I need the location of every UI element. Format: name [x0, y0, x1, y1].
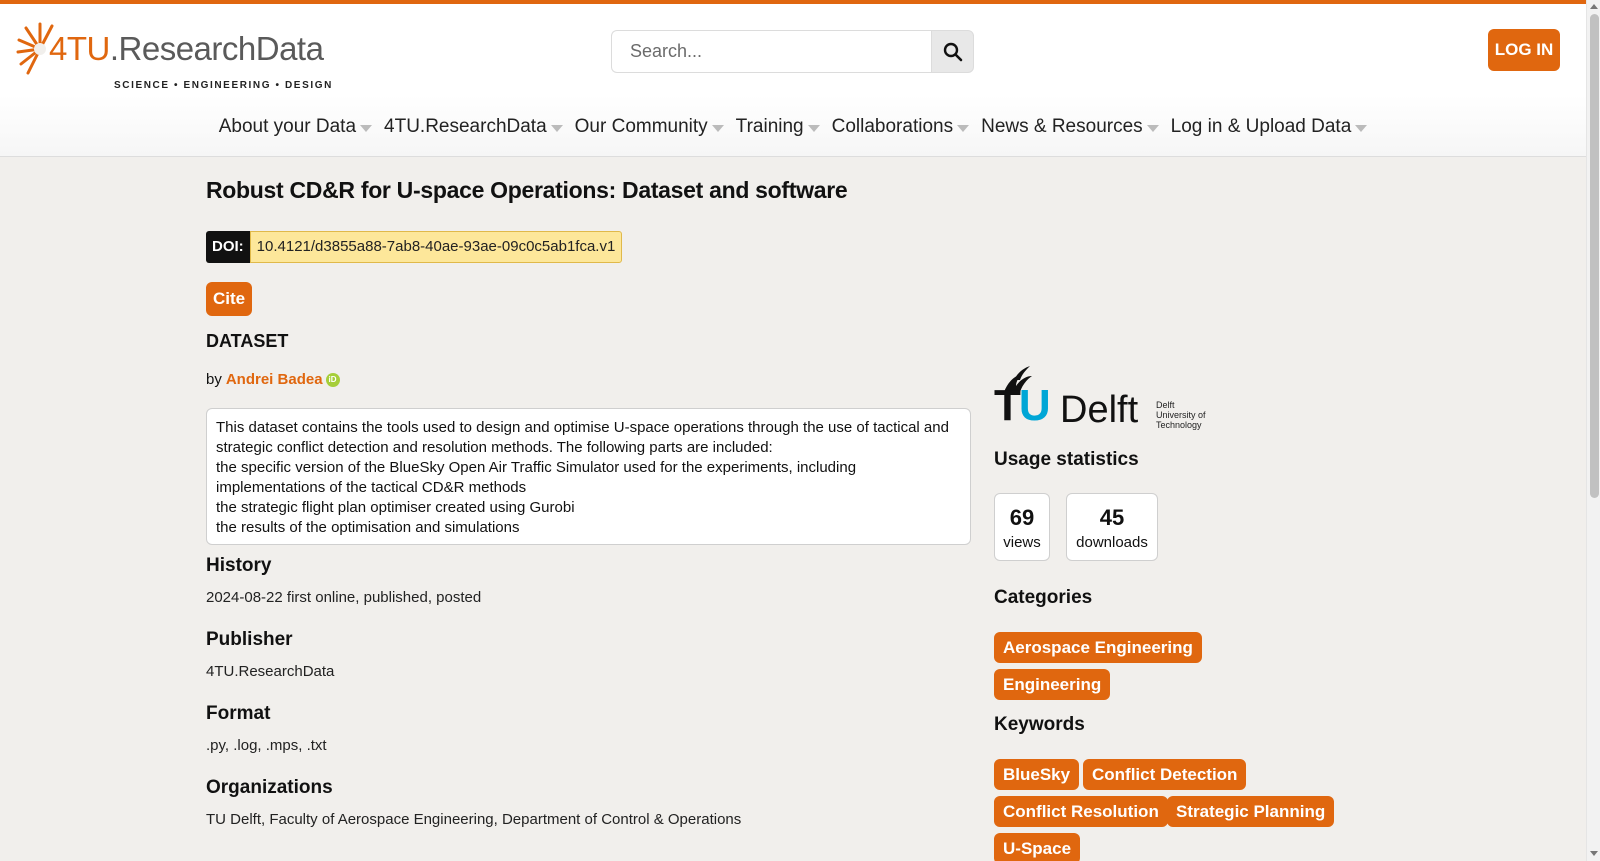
format-heading: Format: [206, 703, 271, 724]
publisher-value: 4TU.ResearchData: [206, 663, 335, 680]
nav-label: News & Resources: [981, 116, 1143, 137]
item-type-label: DATASET: [206, 331, 289, 351]
nav-collaborations[interactable]: Collaborations: [826, 116, 975, 138]
category-tag[interactable]: Engineering: [994, 669, 1111, 700]
dataset-page: Robust CD&R for U-space Operations: Data…: [206, 158, 1586, 861]
nav-our-community[interactable]: Our Community: [569, 116, 730, 138]
logo-rest-text: .ResearchData: [109, 30, 324, 67]
search-icon: [943, 42, 962, 61]
logo-accent-text: 4TU: [49, 30, 110, 67]
author-line: by Andrei Badea iD: [206, 371, 340, 388]
downloads-stat: 45 downloads: [1066, 493, 1158, 561]
caret-down-icon: [1355, 124, 1368, 132]
tu-text-u: U: [1018, 381, 1051, 430]
keyword-tag[interactable]: Conflict Detection: [1083, 759, 1247, 790]
organizations-heading: Organizations: [206, 777, 333, 798]
search-button[interactable]: [931, 30, 974, 73]
search-bar: [611, 30, 974, 73]
description-intro: This dataset contains the tools used to …: [216, 419, 949, 456]
description-box: This dataset contains the tools used to …: [206, 408, 971, 545]
description-item: the specific version of the BlueSky Open…: [216, 459, 857, 496]
page-title: Robust CD&R for U-space Operations: Data…: [206, 177, 848, 203]
tu-delft-logo[interactable]: TU Delft Delft University of Technology: [994, 366, 1224, 432]
keywords-heading: Keywords: [994, 714, 1085, 735]
categories-heading: Categories: [994, 587, 1093, 608]
publisher-heading: Publisher: [206, 629, 293, 650]
logo-small-line: Delft: [1156, 400, 1175, 410]
tu-text-t: T: [994, 381, 1021, 430]
login-button[interactable]: LOG IN: [1488, 29, 1560, 71]
history-value: 2024-08-22 first online, published, post…: [206, 589, 482, 606]
caret-down-icon: [711, 124, 724, 132]
scroll-up-icon[interactable]: [1590, 4, 1598, 9]
views-stat: 69 views: [994, 493, 1050, 561]
logo-small-line: University of: [1156, 410, 1206, 420]
search-input[interactable]: [611, 30, 931, 73]
views-label: views: [1003, 534, 1041, 551]
nav-label: Log in & Upload Data: [1170, 116, 1352, 137]
nav-label: Collaborations: [831, 116, 954, 137]
nav-training[interactable]: Training: [730, 116, 826, 138]
nav-login-upload[interactable]: Log in & Upload Data: [1165, 116, 1374, 138]
usage-heading: Usage statistics: [994, 449, 1139, 470]
keyword-tag[interactable]: BlueSky: [994, 759, 1080, 790]
logo-wordmark: 4TU.ResearchData: [49, 30, 324, 68]
nav-label: Training: [735, 116, 804, 137]
keyword-tag[interactable]: Conflict Resolution: [994, 796, 1168, 827]
scrollbar-thumb[interactable]: [1590, 14, 1599, 498]
nav-4tu-researchdata[interactable]: 4TU.ResearchData: [378, 116, 569, 138]
cite-button[interactable]: Cite: [206, 282, 252, 316]
nav-about-your-data[interactable]: About your Data: [213, 116, 378, 138]
doi-label: DOI:: [206, 231, 250, 263]
nav-label: About your Data: [218, 116, 357, 137]
doi-badge: DOI: 10.4121/d3855a88-7ab8-40ae-93ae-09c…: [206, 231, 623, 263]
vertical-scrollbar[interactable]: [1586, 0, 1600, 861]
logo-tagline: SCIENCE • ENGINEERING • DESIGN: [114, 80, 333, 91]
main-nav: About your Data 4TU.ResearchData Our Com…: [0, 116, 1586, 138]
description-item: the results of the optimisation and simu…: [216, 519, 520, 536]
nav-label: Our Community: [574, 116, 708, 137]
organizations-value: TU Delft, Faculty of Aerospace Engineeri…: [206, 811, 742, 828]
description-item: the strategic flight plan optimiser crea…: [216, 499, 575, 516]
nav-news-resources[interactable]: News & Resources: [975, 116, 1165, 138]
caret-down-icon: [550, 124, 563, 132]
logo-small-line: Technology: [1156, 420, 1202, 430]
nav-label: 4TU.ResearchData: [384, 116, 547, 137]
site-header: 4TU.ResearchData SCIENCE • ENGINEERING •…: [0, 4, 1586, 157]
category-tag[interactable]: Aerospace Engineering: [994, 632, 1202, 663]
caret-down-icon: [1146, 124, 1159, 132]
delft-text: Delft: [1060, 389, 1139, 431]
scroll-down-icon[interactable]: [1590, 851, 1598, 856]
caret-down-icon: [957, 124, 970, 132]
history-heading: History: [206, 555, 272, 576]
downloads-label: downloads: [1076, 534, 1148, 551]
keyword-tag[interactable]: U-Space: [994, 833, 1081, 861]
caret-down-icon: [807, 124, 820, 132]
site-logo[interactable]: 4TU.ResearchData SCIENCE • ENGINEERING •…: [16, 18, 331, 91]
downloads-count: 45: [1099, 505, 1125, 530]
doi-link[interactable]: 10.4121/d3855a88-7ab8-40ae-93ae-09c0c5ab…: [249, 231, 623, 263]
orcid-icon[interactable]: iD: [325, 372, 340, 387]
by-label: by: [206, 371, 222, 388]
format-value: .py, .log, .mps, .txt: [206, 737, 327, 754]
keyword-tag[interactable]: Strategic Planning: [1167, 796, 1335, 827]
author-link[interactable]: Andrei Badea: [226, 371, 323, 388]
views-count: 69: [1009, 505, 1035, 530]
caret-down-icon: [360, 124, 373, 132]
